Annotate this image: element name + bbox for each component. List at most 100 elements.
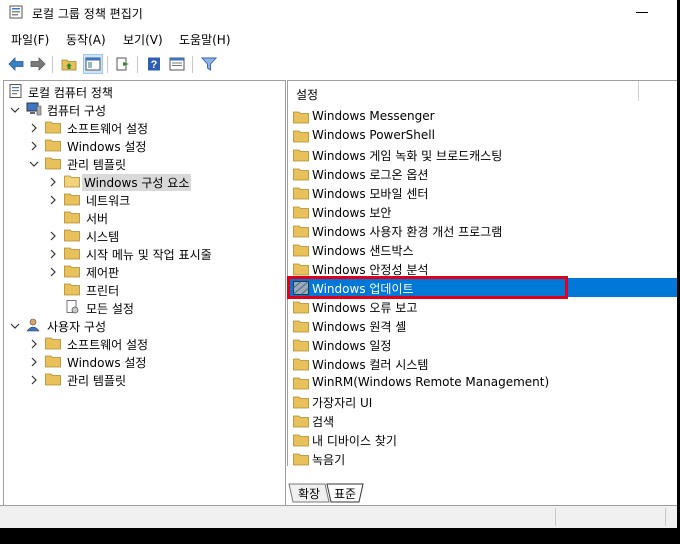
chevron-right-icon[interactable]: [48, 194, 58, 206]
tree-item-windows-components[interactable]: Windows 구성 요소: [4, 173, 283, 191]
folder-icon: [293, 358, 309, 371]
tree-item-control-panel[interactable]: 제어판: [4, 263, 283, 281]
toolbar-separator: [192, 56, 193, 73]
list-item[interactable]: Windows Messenger: [288, 107, 677, 126]
folder-icon: [293, 339, 309, 352]
tree-item-start-menu-taskbar[interactable]: 시작 메뉴 및 작업 표시줄: [4, 245, 283, 263]
folder-icon: [45, 355, 61, 368]
filter-icon: [201, 57, 217, 71]
properties-icon: [169, 57, 185, 71]
list-item[interactable]: 내 디바이스 찾기: [288, 430, 677, 449]
tree-item-server[interactable]: 서버: [4, 209, 283, 227]
tree-label: 시스템: [86, 230, 120, 244]
folder-icon: [45, 373, 61, 386]
menu-help[interactable]: 도움말(H): [179, 31, 231, 48]
properties-button[interactable]: [167, 54, 187, 74]
tree-label: 모든 설정: [86, 302, 134, 316]
list-item[interactable]: Windows 사용자 환경 개선 프로그램: [288, 221, 677, 240]
folder-icon: [45, 139, 61, 152]
computer-icon: [26, 102, 42, 116]
settings-list-pane[interactable]: 설정 Windows Messenger Windows PowerShell Wi…: [287, 80, 677, 467]
tree-item-user-software-settings[interactable]: 소프트웨어 설정: [4, 335, 283, 353]
tree-label: 제어판: [86, 266, 120, 280]
tree-label: 시작 메뉴 및 작업 표시줄: [86, 248, 212, 262]
column-divider[interactable]: [638, 81, 639, 101]
tree-item-admin-templates[interactable]: 관리 템플릿: [4, 155, 283, 173]
list-item[interactable]: Windows 보안: [288, 202, 677, 221]
filter-button[interactable]: [199, 54, 219, 74]
list-item[interactable]: Windows 샌드박스: [288, 240, 677, 259]
folder-icon: [64, 211, 80, 224]
tree-item-windows-settings[interactable]: Windows 설정: [4, 137, 283, 155]
tree-item-computer-config[interactable]: 컴퓨터 구성: [4, 101, 283, 119]
toolbar: ?: [0, 52, 677, 78]
chevron-right-icon[interactable]: [48, 266, 58, 278]
minimize-button[interactable]: [636, 12, 648, 13]
chevron-right-icon[interactable]: [48, 230, 58, 242]
chevron-down-icon[interactable]: [10, 104, 20, 116]
folder-icon: [45, 337, 61, 350]
help-icon: ?: [148, 57, 160, 71]
menu-file[interactable]: 파일(F): [11, 31, 49, 48]
list-item[interactable]: Windows 오류 보고: [288, 297, 677, 316]
list-item[interactable]: Windows 컬러 시스템: [288, 354, 677, 373]
tree-label: 소프트웨어 설정: [67, 122, 149, 136]
up-one-level-button[interactable]: [59, 54, 79, 74]
toolbar-separator: [107, 56, 108, 73]
list-item-label: Windows 오류 보고: [312, 301, 418, 315]
folder-icon: [293, 187, 309, 200]
chevron-right-icon[interactable]: [48, 248, 58, 260]
chevron-right-icon[interactable]: [29, 122, 39, 134]
status-divider: [555, 508, 556, 526]
chevron-down-icon[interactable]: [29, 158, 39, 170]
chevron-right-icon[interactable]: [29, 356, 39, 368]
list-item[interactable]: Windows 원격 셸: [288, 316, 677, 335]
list-item-label: Windows 일정: [312, 339, 392, 353]
help-button[interactable]: ?: [144, 54, 164, 74]
chevron-right-icon[interactable]: [29, 374, 39, 386]
tree-item-all-settings[interactable]: 모든 설정: [4, 299, 283, 317]
tab-standard[interactable]: 표준: [331, 485, 359, 502]
chevron-right-icon[interactable]: [29, 338, 39, 350]
tree-item-software-settings[interactable]: 소프트웨어 설정: [4, 119, 283, 137]
menu-view[interactable]: 보기(V): [123, 31, 163, 48]
chevron-right-icon[interactable]: [48, 176, 58, 188]
forward-button[interactable]: [28, 54, 48, 74]
list-item[interactable]: Windows 모바일 센터: [288, 183, 677, 202]
list-column-header[interactable]: 설정: [296, 86, 318, 103]
export-list-button[interactable]: [113, 54, 133, 74]
back-button[interactable]: [6, 54, 26, 74]
list-item-label: Windows 보안: [312, 206, 392, 220]
list-item[interactable]: Windows 게임 녹화 및 브로드캐스팅: [288, 145, 677, 164]
folder-icon: [293, 206, 309, 219]
list-item[interactable]: Windows PowerShell: [288, 126, 677, 145]
tree-item-system[interactable]: 시스템: [4, 227, 283, 245]
folder-icon: [293, 320, 309, 333]
tab-extended[interactable]: 확장: [295, 485, 323, 502]
list-item-label: Windows 사용자 환경 개선 프로그램: [312, 225, 503, 239]
chevron-right-icon[interactable]: [29, 140, 39, 152]
forward-arrow-icon: [30, 57, 46, 71]
highlight-annotation: [287, 276, 568, 299]
chevron-down-icon[interactable]: [10, 320, 20, 332]
tree-item-user-admin-templates[interactable]: 관리 템플릿: [4, 371, 283, 389]
menu-action[interactable]: 동작(A): [66, 31, 106, 48]
tree-label: 서버: [86, 212, 109, 226]
tree-item-local-computer-policy[interactable]: 로컬 컴퓨터 정책: [4, 83, 283, 101]
export-list-icon: [116, 57, 129, 71]
list-item[interactable]: Windows 로그온 옵션: [288, 164, 677, 183]
list-item[interactable]: 검색: [288, 411, 677, 430]
tree-item-network[interactable]: 네트워크: [4, 191, 283, 209]
tree-item-printers[interactable]: 프린터: [4, 281, 283, 299]
list-item-label: WinRM(Windows Remote Management): [312, 375, 550, 389]
folder-icon: [293, 244, 309, 257]
list-item[interactable]: WinRM(Windows Remote Management): [288, 373, 677, 392]
list-item[interactable]: 가장자리 UI: [288, 392, 677, 411]
show-hide-tree-button[interactable]: [83, 54, 103, 74]
tree-item-user-config[interactable]: 사용자 구성: [4, 317, 283, 335]
horizontal-scrollbar[interactable]: [287, 466, 677, 483]
list-item[interactable]: Windows 일정: [288, 335, 677, 354]
tree-item-user-windows-settings[interactable]: Windows 설정: [4, 353, 283, 371]
tree-pane[interactable]: 로컬 컴퓨터 정책 컴퓨터 구성 소프트웨어 설정 Windows 설정 관리 …: [3, 80, 286, 506]
list-item-label: Windows 원격 셸: [312, 320, 407, 334]
